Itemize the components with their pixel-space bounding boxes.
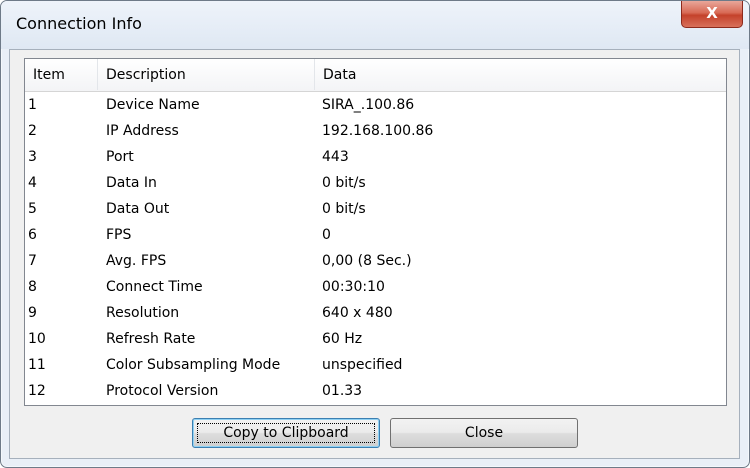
cell-item: 6	[28, 227, 37, 243]
cell-data: 0,00 (8 Sec.)	[322, 253, 412, 269]
cell-description: Device Name	[106, 97, 200, 113]
cell-data: 01.33	[322, 383, 363, 399]
cell-description: Connect Time	[106, 279, 203, 295]
table-row[interactable]: 6 FPS 0	[25, 222, 726, 248]
connection-info-list[interactable]: Item Description Data 1 Device Name SIRA…	[24, 58, 727, 406]
cell-description: IP Address	[106, 123, 179, 139]
cell-data: 640 x 480	[322, 305, 393, 321]
list-rows: 1 Device Name SIRA_.100.86 2 IP Address …	[25, 92, 726, 404]
table-row[interactable]: 9 Resolution 640 x 480	[25, 300, 726, 326]
cell-description: Data In	[106, 175, 157, 191]
cell-description: Resolution	[106, 305, 180, 321]
focus-rectangle	[197, 423, 375, 443]
cell-item: 10	[28, 331, 46, 347]
column-header-item[interactable]: Item	[25, 59, 97, 91]
column-header-data[interactable]: Data	[315, 59, 726, 91]
cell-description: FPS	[106, 227, 132, 243]
table-row[interactable]: 2 IP Address 192.168.100.86	[25, 118, 726, 144]
table-row[interactable]: 11 Color Subsampling Mode unspecified	[25, 352, 726, 378]
table-row[interactable]: 12 Protocol Version 01.33	[25, 378, 726, 404]
cell-data: 0 bit/s	[322, 175, 366, 191]
window-close-icon[interactable]: X	[681, 1, 743, 28]
cell-item: 5	[28, 201, 37, 217]
cell-description: Port	[106, 149, 134, 165]
window-title: Connection Info	[16, 14, 142, 33]
cell-data: 0 bit/s	[322, 201, 366, 217]
cell-data: 00:30:10	[322, 279, 385, 295]
table-row[interactable]: 5 Data Out 0 bit/s	[25, 196, 726, 222]
title-bar[interactable]: Connection Info X	[1, 1, 749, 49]
cell-description: Data Out	[106, 201, 170, 217]
cell-data: SIRA_.100.86	[322, 97, 415, 113]
cell-item: 3	[28, 149, 37, 165]
table-row[interactable]: 10 Refresh Rate 60 Hz	[25, 326, 726, 352]
table-row[interactable]: 7 Avg. FPS 0,00 (8 Sec.)	[25, 248, 726, 274]
connection-info-dialog: Connection Info X Item Description Data …	[0, 0, 750, 468]
cell-description: Avg. FPS	[106, 253, 167, 269]
cell-item: 1	[28, 97, 37, 113]
cell-item: 11	[28, 357, 46, 373]
cell-item: 9	[28, 305, 37, 321]
table-row[interactable]: 1 Device Name SIRA_.100.86	[25, 92, 726, 118]
column-header-description[interactable]: Description	[98, 59, 314, 91]
cell-item: 7	[28, 253, 37, 269]
cell-item: 4	[28, 175, 37, 191]
cell-description: Color Subsampling Mode	[106, 357, 281, 373]
cell-data: 60 Hz	[322, 331, 363, 347]
button-bar: Copy to Clipboard Close	[10, 410, 739, 458]
dialog-content: Item Description Data 1 Device Name SIRA…	[9, 49, 740, 459]
table-row[interactable]: 3 Port 443	[25, 144, 726, 170]
cell-description: Protocol Version	[106, 383, 219, 399]
list-header: Item Description Data	[25, 59, 726, 92]
cell-item: 12	[28, 383, 46, 399]
table-row[interactable]: 8 Connect Time 00:30:10	[25, 274, 726, 300]
cell-item: 8	[28, 279, 37, 295]
cell-item: 2	[28, 123, 37, 139]
copy-to-clipboard-button[interactable]: Copy to Clipboard	[192, 418, 380, 448]
cell-data: 192.168.100.86	[322, 123, 434, 139]
table-row[interactable]: 4 Data In 0 bit/s	[25, 170, 726, 196]
cell-data: 443	[322, 149, 349, 165]
close-button[interactable]: Close	[390, 418, 578, 448]
cell-data: 0	[322, 227, 331, 243]
cell-description: Refresh Rate	[106, 331, 196, 347]
cell-data: unspecified	[322, 357, 403, 373]
